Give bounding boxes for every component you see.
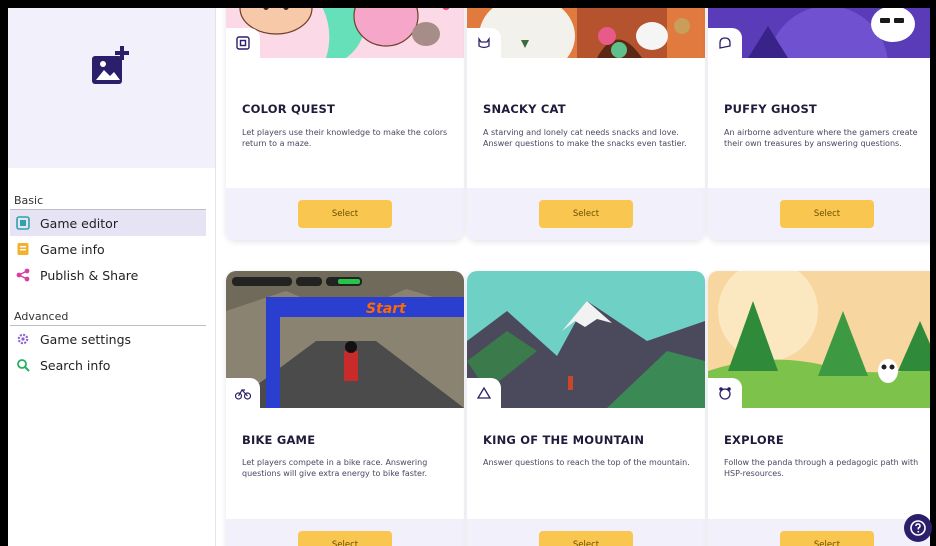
card-footer: Select [467,188,705,240]
game-title: BIKE GAME [242,433,316,447]
window-frame-right [930,0,936,546]
game-card-king-of-the-mountain[interactable]: KING OF THE MOUNTAIN Answer questions to… [467,271,705,546]
select-button[interactable]: Select [780,531,874,546]
card-footer: Select [708,188,930,240]
help-button[interactable] [904,514,932,542]
game-card-explore[interactable]: EXPLORE Follow the panda through a pedag… [708,271,930,546]
target-icon [226,28,260,58]
sidebar-item-search-info[interactable]: Search info [10,352,206,378]
sidebar-item-game-settings[interactable]: Game settings [10,326,206,352]
game-card-bike-game[interactable]: Start BIKE GAME Let players compete in a… [226,271,464,546]
bike-icon [226,378,260,408]
sidebar-item-game-editor[interactable]: Game editor [10,210,206,236]
card-footer: Select [708,519,930,546]
game-description: Let players use their knowledge to make … [242,128,448,148]
document-icon [16,242,30,256]
game-image: Start [226,271,464,408]
cat-icon [467,28,501,58]
section-title-basic: Basic [10,194,206,210]
game-title: KING OF THE MOUNTAIN [483,433,645,447]
mountain-icon [467,378,501,408]
game-description: Answer questions to reach the top of the… [483,458,690,467]
card-footer: Select [226,188,464,240]
ghost-icon [708,28,742,58]
game-description: Let players compete in a bike race. Answ… [242,458,428,478]
game-image [467,8,705,58]
game-title: COLOR QUEST [242,102,336,116]
game-title: SNACKY CAT [483,102,566,116]
share-icon [16,268,30,282]
search-icon [16,358,30,372]
question-icon [910,520,926,536]
panda-icon [708,378,742,408]
select-button[interactable]: Select [780,200,874,228]
window-frame-top [0,0,936,8]
game-card-color-quest[interactable]: COLOR QUEST Let players use their knowle… [226,8,464,240]
game-card-puffy-ghost[interactable]: PUFFY GHOST An airborne adventure where … [708,8,930,240]
game-description: Follow the panda through a pedagogic pat… [724,458,919,478]
game-template-grid: COLOR QUEST Let players use their knowle… [216,8,930,546]
game-card-snacky-cat[interactable]: SNACKY CAT A starving and lonely cat nee… [467,8,705,240]
game-thumbnail-placeholder[interactable] [8,8,215,168]
select-button[interactable]: Select [539,531,633,546]
section-title-advanced: Advanced [10,310,206,326]
sidebar-item-label: Publish & Share [40,267,139,283]
sidebar: Basic Game editor Game info Publish & Sh… [8,8,216,546]
book-icon [16,216,30,230]
sidebar-item-game-info[interactable]: Game info [10,236,206,262]
game-image [467,271,705,408]
game-title: PUFFY GHOST [724,102,817,116]
select-button[interactable]: Select [539,200,633,228]
window-frame-left [0,0,8,546]
sidebar-item-publish-share[interactable]: Publish & Share [10,262,206,288]
select-button[interactable]: Select [298,200,392,228]
select-button[interactable]: Select [298,531,392,546]
game-image [226,8,464,58]
gear-icon [16,332,30,346]
sidebar-item-label: Game info [40,241,105,257]
add-image-icon[interactable] [90,46,132,88]
sidebar-item-label: Game settings [40,331,132,347]
card-footer: Select [467,519,705,546]
card-footer: Select [226,519,464,546]
game-description: An airborne adventure where the gamers c… [724,128,918,148]
game-description: A starving and lonely cat needs snacks a… [483,128,687,148]
sidebar-item-label: Game editor [40,215,118,231]
sidebar-item-label: Search info [40,357,111,373]
game-title: EXPLORE [724,433,784,447]
start-banner-text: Start [366,301,407,317]
